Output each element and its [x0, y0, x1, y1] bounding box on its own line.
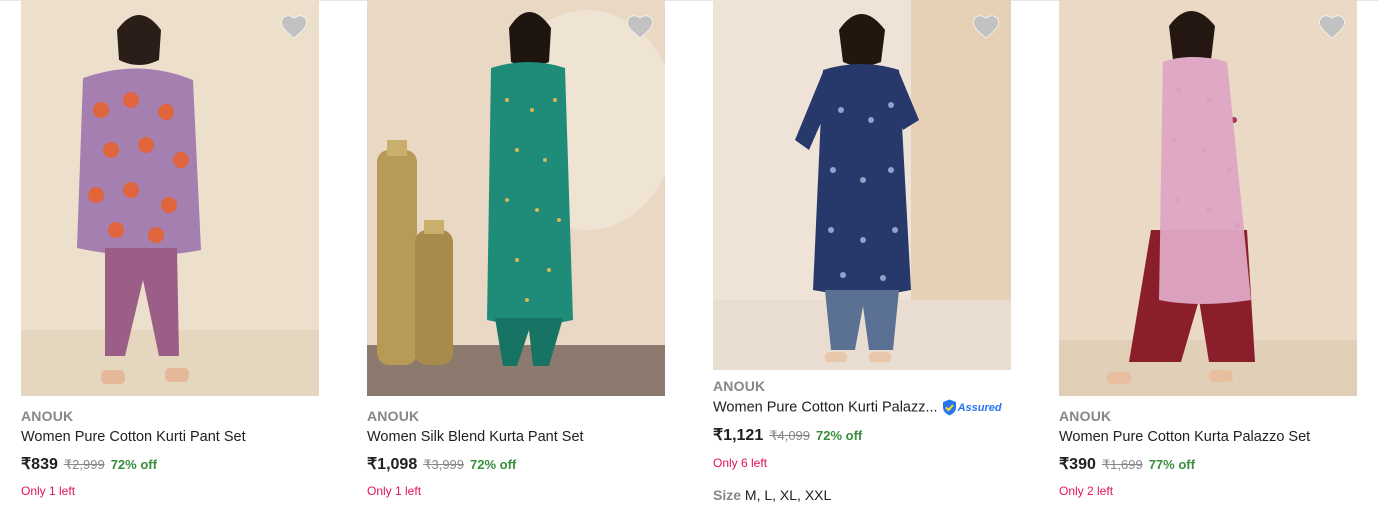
- product-card[interactable]: ANOUK Women Pure Cotton Kurta Palazzo Se…: [1059, 0, 1357, 498]
- original-price: ₹3,999: [423, 457, 465, 472]
- discount-label: 72% off: [470, 457, 517, 472]
- stock-status: Only 2 left: [1059, 484, 1114, 498]
- wishlist-heart-icon[interactable]: [1317, 12, 1347, 42]
- brand-name: ANOUK: [21, 408, 74, 424]
- product-card[interactable]: ANOUK Women Pure Cotton Kurti Pant Set ₹…: [21, 0, 319, 498]
- price-row: ₹839 ₹2,999 72% off: [21, 454, 319, 474]
- price-row: ₹1,098 ₹3,999 72% off: [367, 454, 665, 474]
- wishlist-heart-icon[interactable]: [971, 12, 1001, 42]
- product-image[interactable]: [367, 0, 665, 396]
- price-row: ₹1,121 ₹4,099 72% off: [713, 425, 1011, 445]
- original-price: ₹1,699: [1101, 457, 1143, 472]
- assured-badge: Assured: [942, 399, 1002, 416]
- product-title[interactable]: Women Pure Cotton Kurti Palazz... Assured: [713, 399, 1011, 416]
- selling-price: ₹1,121: [713, 427, 764, 444]
- product-card[interactable]: ANOUK Women Silk Blend Kurta Pant Set ₹1…: [367, 0, 665, 498]
- original-price: ₹4,099: [769, 428, 811, 443]
- brand-name: ANOUK: [713, 378, 766, 394]
- discount-label: 77% off: [1148, 457, 1195, 472]
- wishlist-heart-icon[interactable]: [279, 12, 309, 42]
- product-title[interactable]: Women Pure Cotton Kurti Pant Set: [21, 429, 319, 445]
- product-title[interactable]: Women Silk Blend Kurta Pant Set: [367, 429, 665, 445]
- size-options: Size M, L, XL, XXL: [713, 487, 1011, 503]
- size-label: Size: [713, 487, 742, 503]
- price-row: ₹390 ₹1,699 77% off: [1059, 454, 1357, 474]
- selling-price: ₹839: [21, 456, 58, 473]
- product-image[interactable]: [1059, 0, 1357, 396]
- brand-name: ANOUK: [367, 408, 420, 424]
- product-image[interactable]: [21, 0, 319, 396]
- selling-price: ₹390: [1059, 456, 1096, 473]
- discount-label: 72% off: [110, 457, 157, 472]
- product-title[interactable]: Women Pure Cotton Kurta Palazzo Set: [1059, 429, 1357, 445]
- discount-label: 72% off: [816, 428, 863, 443]
- assured-label: Assured: [957, 401, 1002, 414]
- stock-status: Only 6 left: [713, 456, 768, 470]
- original-price: ₹2,999: [63, 457, 105, 472]
- product-card[interactable]: ANOUK Women Pure Cotton Kurti Palazz... A…: [713, 0, 1011, 503]
- brand-name: ANOUK: [1059, 408, 1112, 424]
- product-image[interactable]: [713, 0, 1011, 370]
- shield-icon: [942, 399, 956, 416]
- product-title-text: Women Pure Cotton Kurti Palazz...: [713, 399, 938, 416]
- selling-price: ₹1,098: [367, 456, 418, 473]
- stock-status: Only 1 left: [21, 484, 76, 498]
- stock-status: Only 1 left: [367, 484, 422, 498]
- wishlist-heart-icon[interactable]: [625, 12, 655, 42]
- size-values: M, L, XL, XXL: [744, 487, 832, 503]
